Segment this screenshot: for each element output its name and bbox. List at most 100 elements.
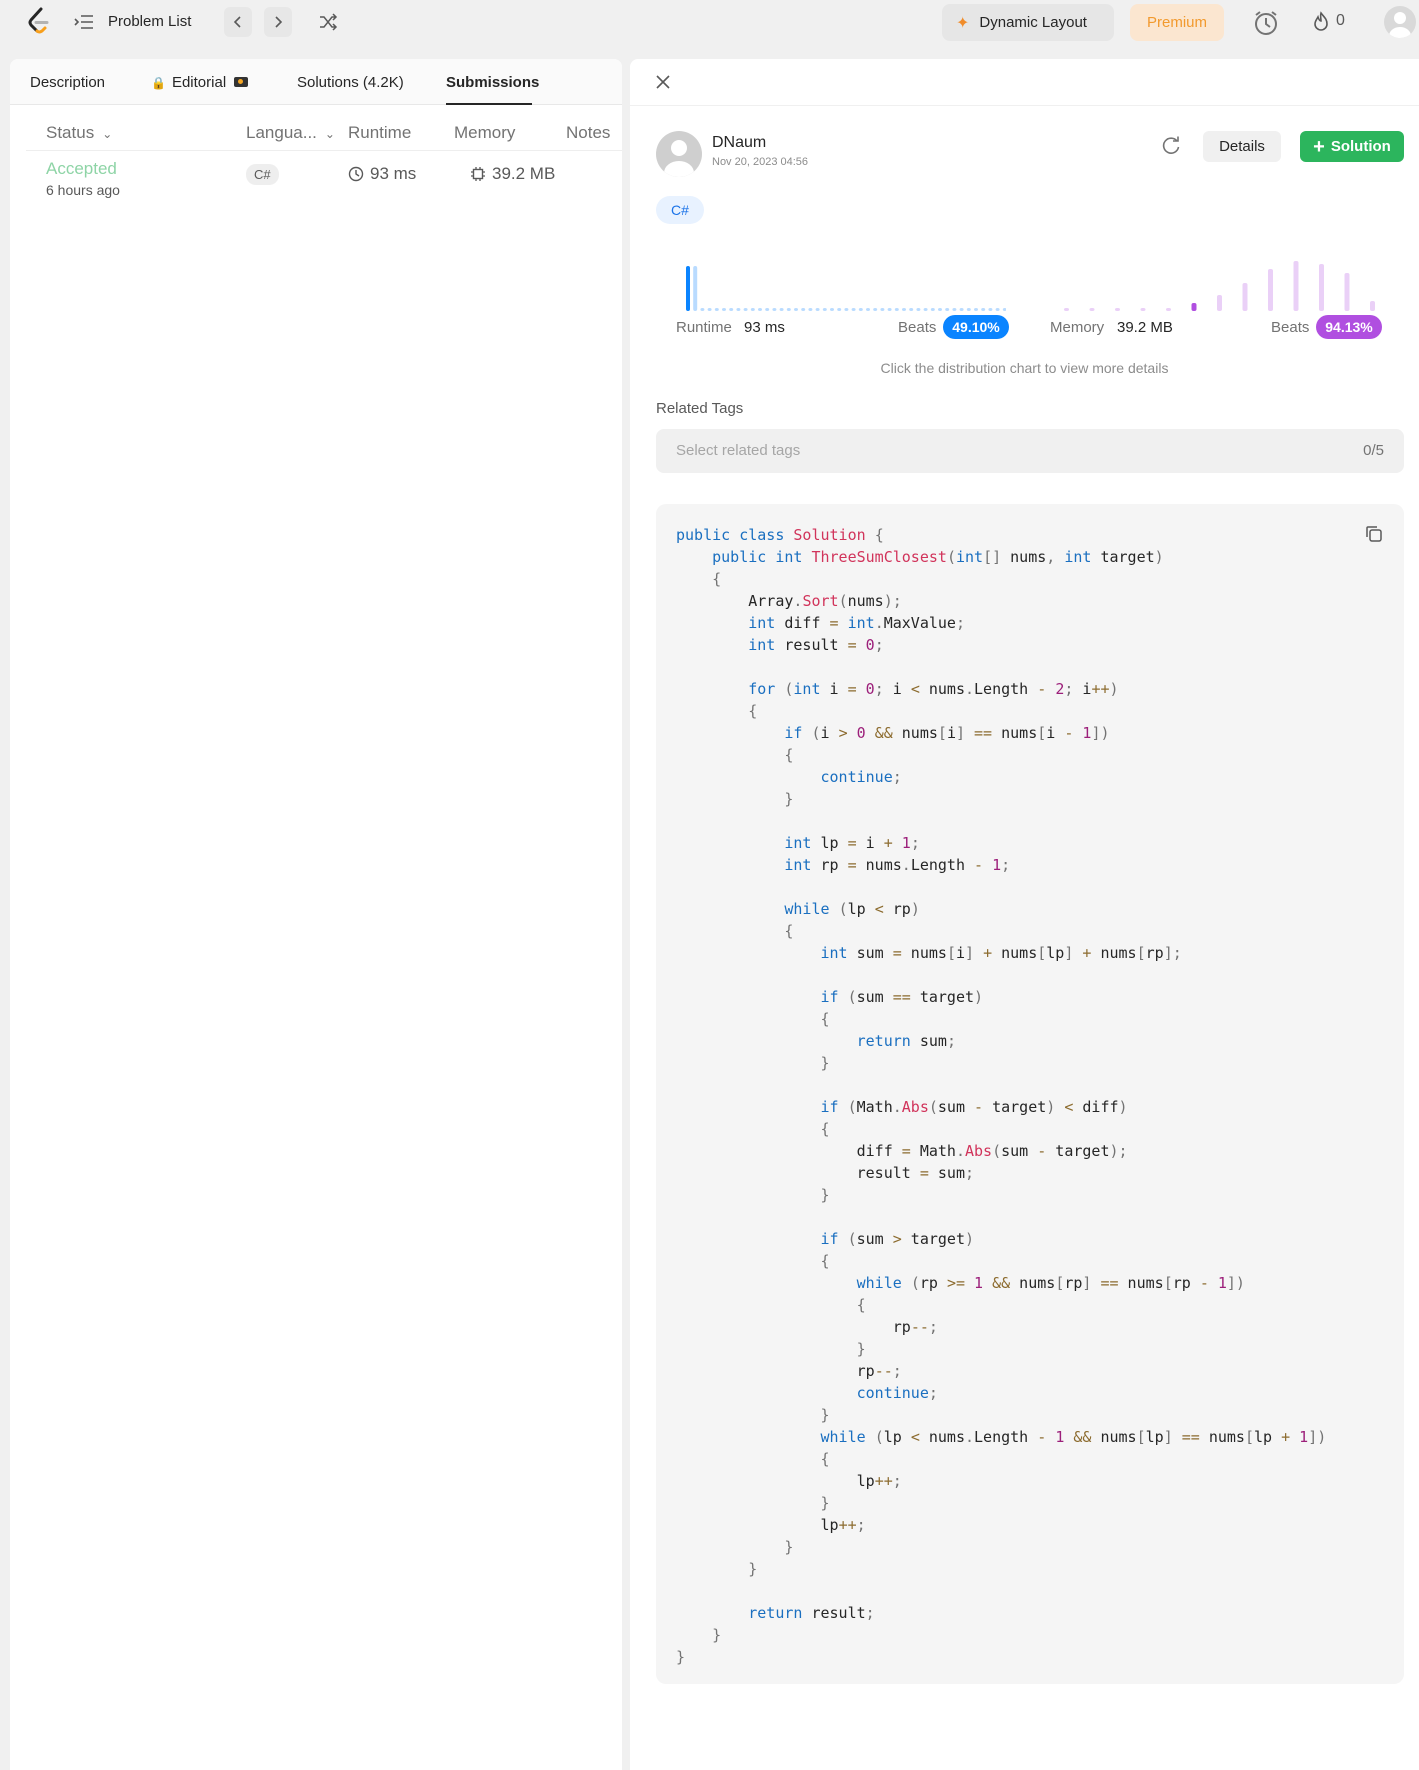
shuffle-icon[interactable]	[318, 12, 338, 32]
distribution-bar[interactable]	[750, 308, 755, 311]
distribution-bar[interactable]	[966, 308, 971, 311]
distribution-bar[interactable]	[1115, 308, 1120, 311]
close-icon[interactable]	[654, 73, 672, 91]
dynamic-layout-button[interactable]: ✦ Dynamic Layout	[942, 4, 1114, 41]
chart-hint: Click the distribution chart to view mor…	[880, 360, 1169, 376]
submission-status[interactable]: Accepted	[46, 159, 117, 179]
solution-code: public class Solution { public int Three…	[676, 526, 1327, 1666]
distribution-bar[interactable]	[765, 308, 770, 311]
distribution-bar[interactable]	[952, 308, 957, 311]
details-button[interactable]: Details	[1203, 131, 1281, 162]
distribution-bar[interactable]	[909, 308, 914, 311]
distribution-bar[interactable]	[1002, 308, 1006, 311]
distribution-bar[interactable]	[974, 308, 978, 311]
distribution-bar[interactable]	[794, 308, 798, 311]
status-column-header[interactable]: Status ⌄	[46, 123, 112, 143]
distribution-bar[interactable]	[930, 308, 935, 311]
problem-list-link[interactable]: Problem List	[108, 13, 191, 30]
memory-cell: 39.2 MB	[470, 164, 555, 184]
distribution-bar[interactable]	[722, 308, 726, 311]
distribution-bar[interactable]	[916, 308, 921, 311]
runtime-distribution-chart[interactable]	[676, 249, 1006, 315]
post-solution-button[interactable]: + Solution	[1300, 131, 1404, 162]
distribution-bar[interactable]	[945, 308, 950, 311]
language-column-header[interactable]: Langua... ⌄	[246, 123, 335, 143]
distribution-bar[interactable]	[887, 308, 892, 311]
distribution-bar[interactable]	[1217, 295, 1222, 311]
distribution-bar[interactable]	[1370, 301, 1375, 311]
distribution-bar[interactable]	[772, 308, 777, 311]
distribution-bar[interactable]	[995, 308, 1000, 311]
distribution-bar[interactable]	[1344, 273, 1350, 311]
tab-submissions[interactable]: Submissions	[446, 74, 539, 91]
distribution-bar[interactable]	[938, 308, 942, 311]
user-avatar-icon	[1389, 12, 1411, 38]
distribution-bar[interactable]	[858, 308, 863, 311]
premium-button[interactable]: Premium	[1130, 4, 1224, 41]
distribution-bar[interactable]	[902, 308, 906, 311]
distribution-bar[interactable]	[693, 266, 698, 311]
problem-list-icon[interactable]	[74, 13, 94, 31]
distribution-bar[interactable]	[714, 308, 719, 311]
tab-solutions[interactable]: Solutions (4.2K)	[297, 74, 404, 91]
distribution-bar[interactable]	[894, 308, 899, 311]
distribution-bar[interactable]	[1319, 264, 1324, 311]
submitter-username[interactable]: DNaum	[712, 134, 766, 152]
distribution-bar[interactable]	[815, 308, 820, 311]
user-avatar[interactable]	[1384, 6, 1416, 38]
streak-counter[interactable]: 0	[1312, 11, 1345, 31]
distribution-bar[interactable]	[981, 308, 986, 311]
distribution-bar[interactable]	[743, 308, 748, 311]
related-tags-input[interactable]: Select related tags 0/5	[656, 429, 1404, 473]
distribution-bar[interactable]	[1293, 261, 1299, 311]
copy-icon[interactable]	[1364, 524, 1384, 544]
active-tab-indicator	[446, 103, 532, 105]
alarm-clock-icon[interactable]	[1252, 9, 1280, 37]
distribution-bar[interactable]	[1242, 283, 1248, 311]
distribution-bar[interactable]	[779, 308, 784, 311]
code-block: public class Solution { public int Three…	[656, 504, 1404, 1684]
distribution-bar[interactable]	[729, 308, 734, 311]
distribution-bar[interactable]	[707, 308, 712, 311]
distribution-bar[interactable]	[1140, 308, 1146, 311]
distribution-bar[interactable]	[808, 308, 813, 311]
distribution-bar[interactable]	[1064, 308, 1069, 311]
tab-editorial[interactable]: 🔒 Editorial	[151, 74, 249, 91]
memory-beats-badge: 94.13%	[1316, 315, 1382, 339]
table-row[interactable]: Accepted 6 hours ago C# 93 ms 39.2 MB	[26, 155, 622, 215]
distribution-bar[interactable]	[873, 308, 878, 311]
next-problem-button[interactable]	[264, 7, 292, 37]
language-badge: C#	[656, 196, 704, 224]
distribution-bar[interactable]	[686, 266, 690, 311]
distribution-bar[interactable]	[837, 308, 842, 311]
distribution-bar[interactable]	[880, 308, 885, 311]
distribution-bar[interactable]	[988, 308, 993, 311]
tags-placeholder: Select related tags	[676, 442, 801, 459]
distribution-bar[interactable]	[851, 308, 856, 311]
distribution-bar[interactable]	[923, 308, 928, 311]
runtime-beats-label: Beats	[898, 319, 937, 336]
distribution-bar[interactable]	[830, 308, 834, 311]
distribution-bar[interactable]	[844, 308, 849, 311]
distribution-bar[interactable]	[1191, 303, 1197, 311]
prev-problem-button[interactable]	[224, 7, 252, 37]
distribution-bar[interactable]	[700, 308, 705, 311]
distribution-bar[interactable]	[1089, 308, 1095, 311]
avatar[interactable]	[656, 131, 702, 177]
language-header-label: Langua...	[246, 123, 317, 142]
distribution-bar[interactable]	[1268, 269, 1273, 311]
distribution-bar[interactable]	[786, 308, 791, 311]
chevron-down-icon: ⌄	[102, 127, 113, 141]
solution-label: Solution	[1330, 138, 1391, 155]
refresh-icon[interactable]	[1160, 135, 1182, 157]
tab-description[interactable]: Description	[30, 74, 105, 91]
distribution-bar[interactable]	[801, 308, 806, 311]
distribution-bar[interactable]	[758, 308, 762, 311]
distribution-bar[interactable]	[736, 308, 741, 311]
memory-distribution-chart[interactable]	[1050, 249, 1378, 315]
leetcode-logo[interactable]	[26, 7, 52, 37]
distribution-bar[interactable]	[822, 308, 827, 311]
distribution-bar[interactable]	[866, 308, 870, 311]
distribution-bar[interactable]	[1166, 308, 1171, 311]
distribution-bar[interactable]	[959, 308, 964, 311]
